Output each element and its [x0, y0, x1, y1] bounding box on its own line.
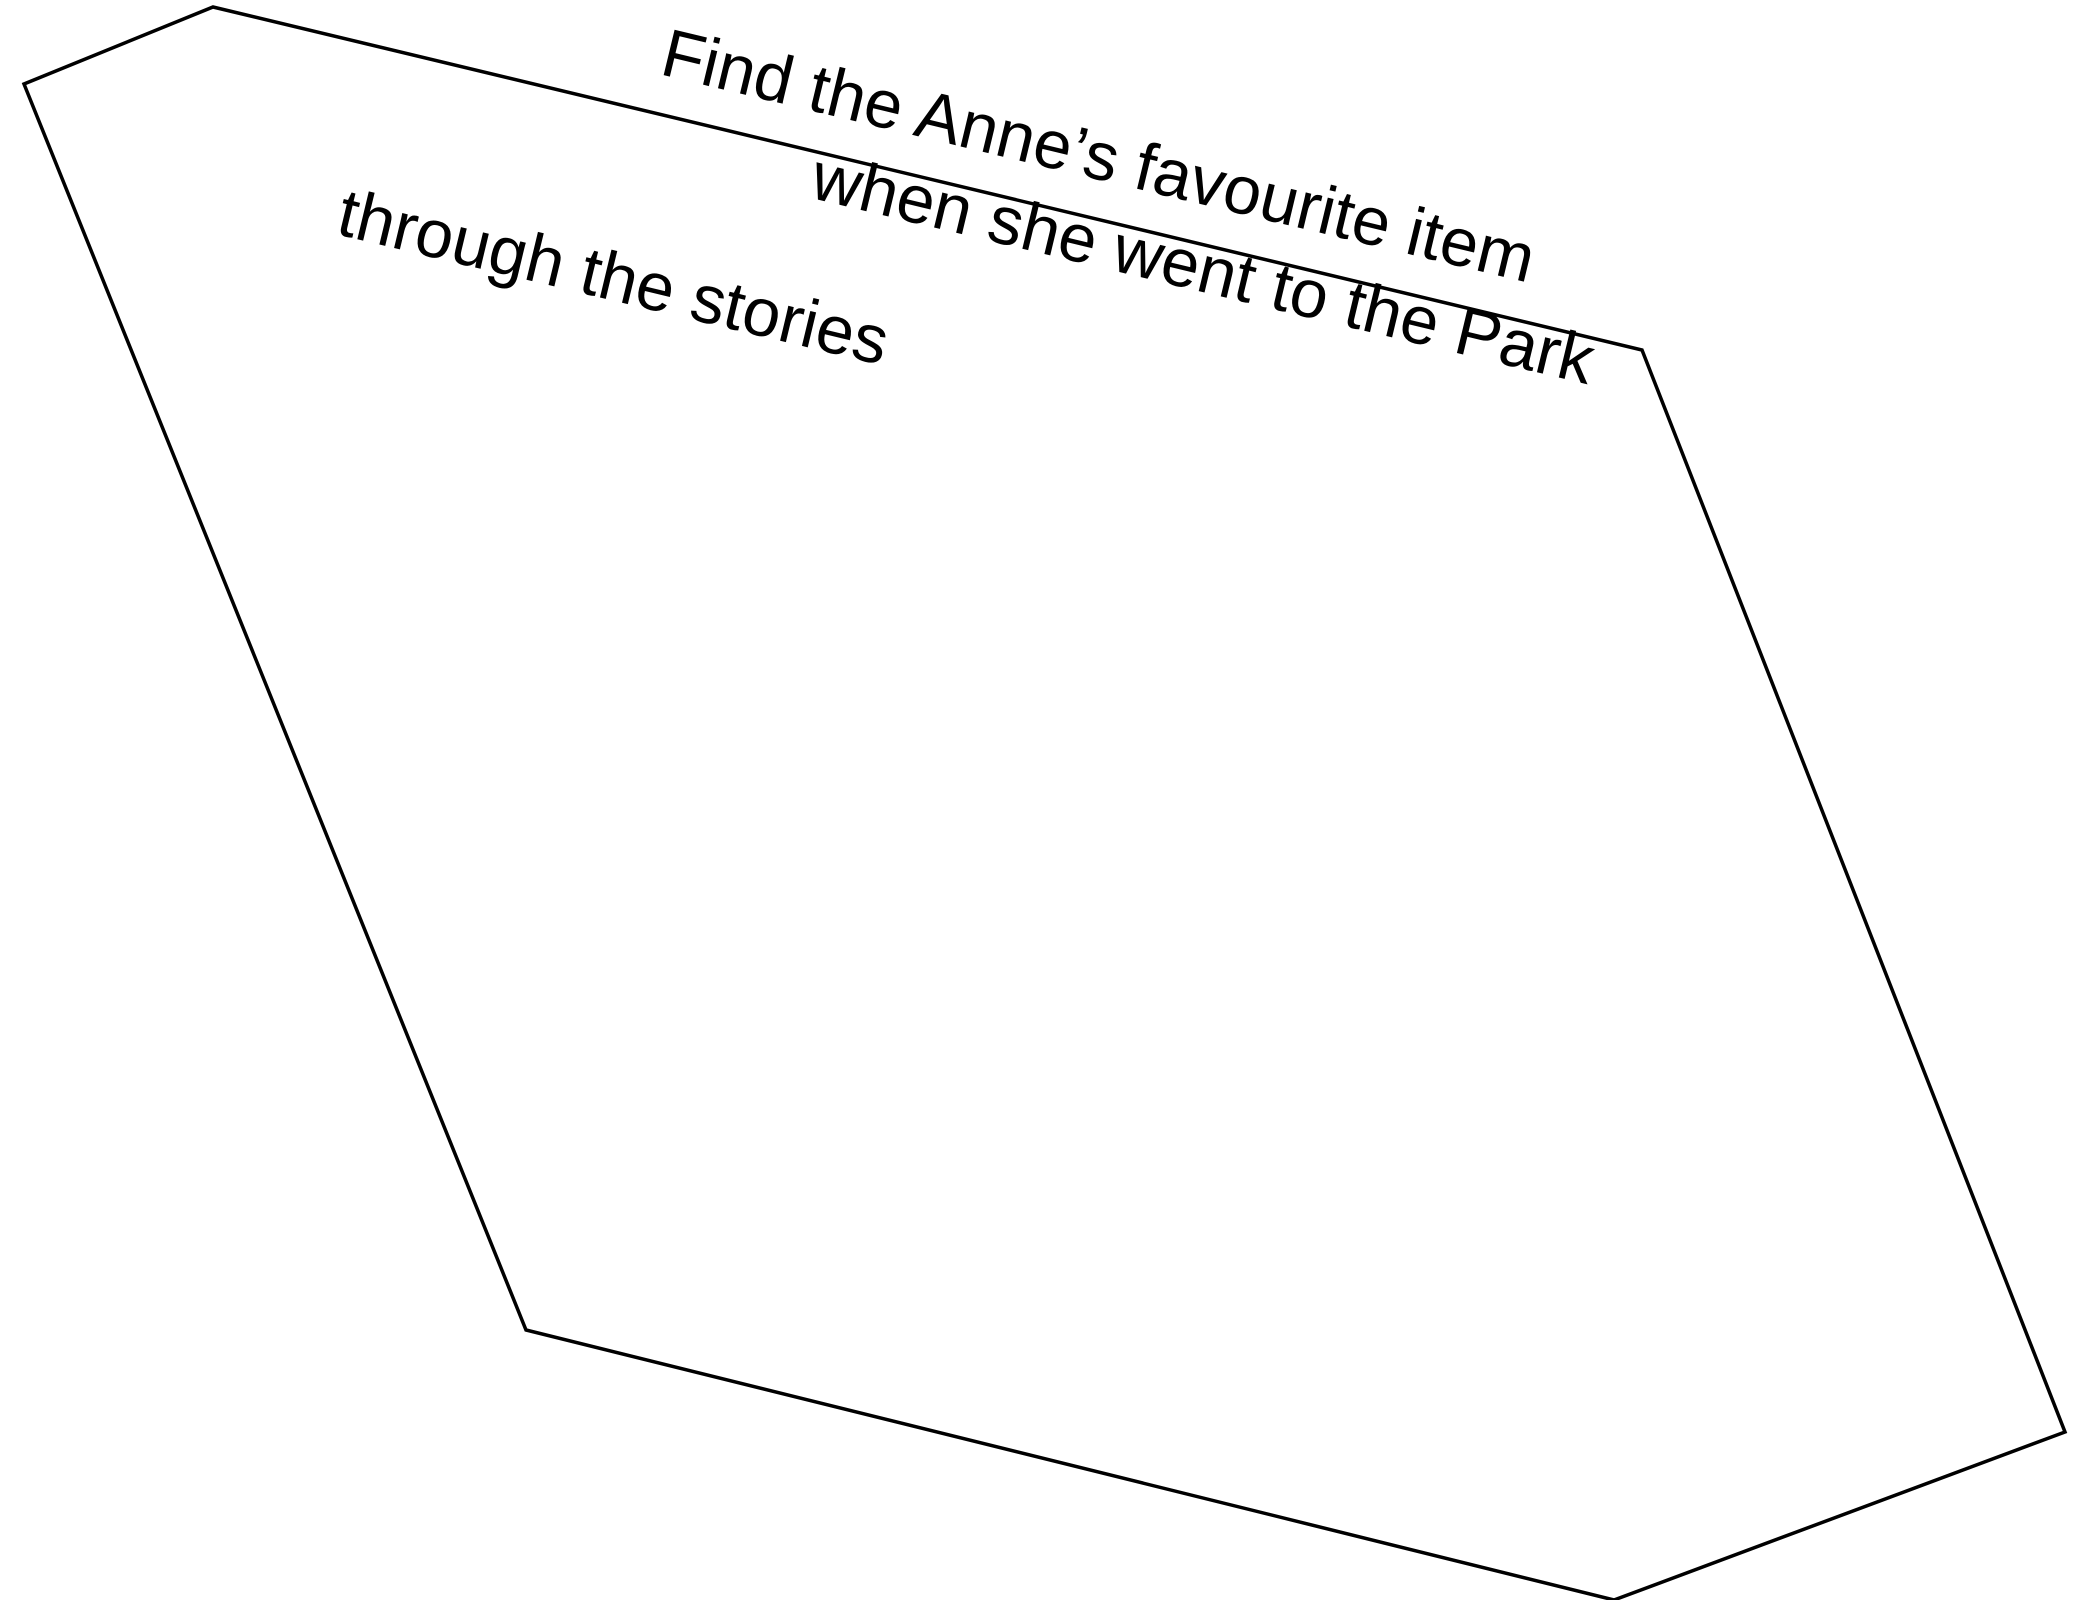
diagram-canvas: Find the Anne’s favourite item when she … — [21, 5, 2068, 1600]
